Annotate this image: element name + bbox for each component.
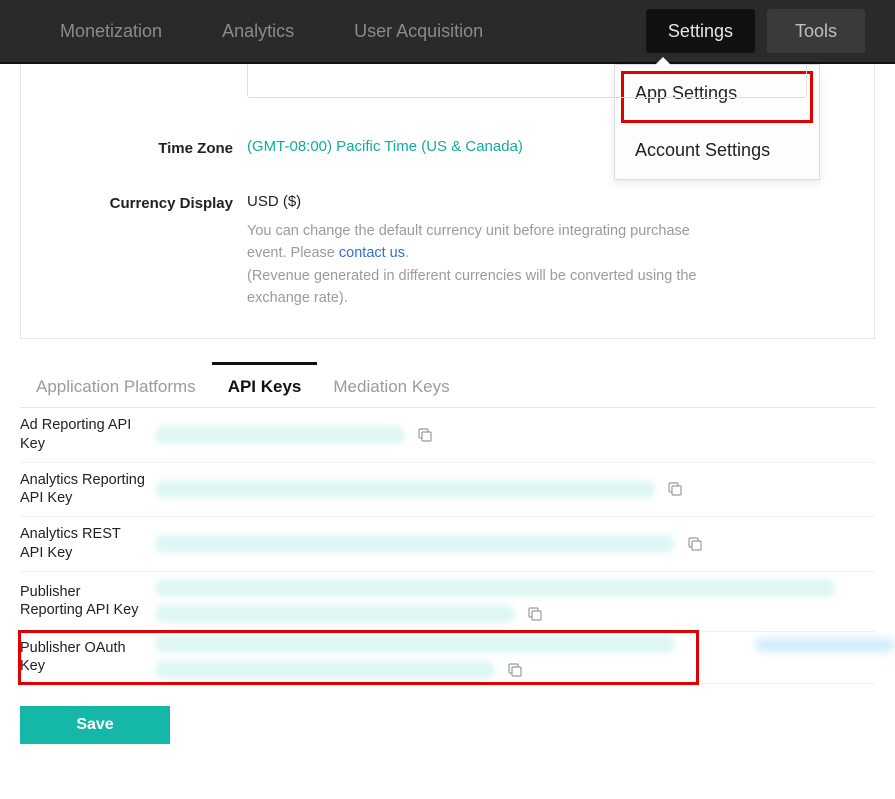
time-zone-row: Time Zone (GMT-08:00) Pacific Time (US &… <box>21 98 874 175</box>
text-input[interactable] <box>247 64 807 98</box>
top-nav: Monetization Analytics User Acquisition … <box>0 0 895 64</box>
blurred-text <box>755 638 895 652</box>
nav-settings[interactable]: Settings <box>646 9 755 53</box>
key-label: Publisher Reporting API Key <box>20 583 155 621</box>
key-value-blurred <box>155 480 655 498</box>
api-keys-list: Ad Reporting API Key Analytics Reporting… <box>20 408 875 684</box>
currency-desc-text-1: You can change the default currency unit… <box>247 223 690 261</box>
copy-icon[interactable] <box>507 662 523 678</box>
key-value-blurred <box>155 635 675 653</box>
tab-application-platforms[interactable]: Application Platforms <box>20 365 212 407</box>
key-row-publisher-reporting: Publisher Reporting API Key <box>20 572 875 632</box>
currency-description: You can change the default currency unit… <box>247 210 707 310</box>
nav-user-acquisition[interactable]: User Acquisition <box>324 0 513 63</box>
currency-value: USD ($) <box>247 193 874 210</box>
key-value-blurred <box>155 605 515 623</box>
nav-monetization[interactable]: Monetization <box>30 0 192 63</box>
save-button[interactable]: Save <box>20 706 170 744</box>
key-row-ad-reporting: Ad Reporting API Key <box>20 408 875 463</box>
key-row-analytics-rest: Analytics REST API Key <box>20 517 875 572</box>
key-value-blurred <box>155 426 405 444</box>
key-value-blurred <box>155 661 495 679</box>
tabs: Application Platforms API Keys Mediation… <box>20 365 875 408</box>
key-value-blurred <box>155 535 675 553</box>
currency-desc-text-2: . <box>405 245 409 261</box>
tab-api-keys[interactable]: API Keys <box>212 362 318 407</box>
key-label: Ad Reporting API Key <box>20 416 155 454</box>
copy-icon[interactable] <box>667 481 683 497</box>
copy-icon[interactable] <box>417 427 433 443</box>
currency-label: Currency Display <box>21 193 247 310</box>
key-label: Analytics Reporting API Key <box>20 471 155 509</box>
nav-tools[interactable]: Tools <box>767 9 865 53</box>
copy-icon[interactable] <box>527 606 543 622</box>
key-value-blurred <box>155 579 835 597</box>
key-label: Publisher OAuth Key <box>20 639 155 677</box>
contact-us-link[interactable]: contact us <box>339 245 405 261</box>
key-row-publisher-oauth: Publisher OAuth Key <box>20 632 875 684</box>
currency-row: Currency Display USD ($) You can change … <box>21 175 874 338</box>
tab-mediation-keys[interactable]: Mediation Keys <box>317 365 465 407</box>
currency-desc-text-3: (Revenue generated in different currenci… <box>247 268 697 306</box>
copy-icon[interactable] <box>687 536 703 552</box>
time-zone-value[interactable]: (GMT-08:00) Pacific Time (US & Canada) <box>247 138 874 157</box>
nav-analytics[interactable]: Analytics <box>192 0 324 63</box>
time-zone-label: Time Zone <box>21 138 247 157</box>
page-content: Time Zone (GMT-08:00) Pacific Time (US &… <box>0 64 895 744</box>
key-row-analytics-reporting: Analytics Reporting API Key <box>20 463 875 518</box>
key-label: Analytics REST API Key <box>20 525 155 563</box>
form-area: Time Zone (GMT-08:00) Pacific Time (US &… <box>20 64 875 339</box>
currency-value-block: USD ($) You can change the default curre… <box>247 193 874 310</box>
